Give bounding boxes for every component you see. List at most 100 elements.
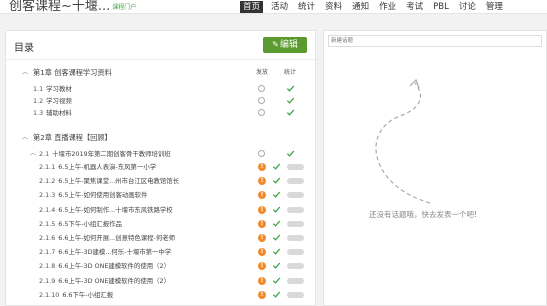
- outline-row: 2.1.3 6.5上午-如何使用创客动画软件!: [6, 189, 315, 201]
- item-label: 6.5上午-如何使用创客动画软件: [58, 191, 148, 200]
- visibility-toggle[interactable]: [287, 263, 304, 270]
- lesson-item[interactable]: 2.1.5 6.5下午-小组汇报作品: [39, 218, 122, 230]
- outline-row: 2.1.7 6.6上午-3D建模...何乐-十堰市第一中学!: [6, 246, 315, 258]
- item-number: 2.1.3: [39, 191, 56, 200]
- collapse-caret-icon[interactable]: ︿: [22, 67, 28, 79]
- publish-status-icon[interactable]: [258, 85, 265, 92]
- item-label: 6.5上午-如何制作...十堰市东风铁路学校: [58, 205, 173, 214]
- edit-button-label: 编辑: [279, 40, 298, 50]
- item-number: 2.1.1: [39, 163, 56, 171]
- warning-icon[interactable]: !: [258, 191, 266, 200]
- lesson-item[interactable]: 2.1.1 6.5上午-机器人表演-东风第一小学: [39, 161, 156, 173]
- check-icon[interactable]: [272, 190, 281, 199]
- publish-status-icon[interactable]: [258, 109, 265, 116]
- item-label: 学习教材: [46, 85, 72, 93]
- lesson-item[interactable]: 2.1.2 6.5上午-聚焦课堂...州市台江区电教馆馆长: [39, 175, 179, 187]
- outline-row: ︿ 第2章 直播课程【回顾】: [6, 132, 315, 144]
- check-icon[interactable]: [272, 176, 281, 185]
- lesson-item[interactable]: 1.1 学习教材: [33, 83, 72, 95]
- pencil-icon: ✎: [272, 40, 279, 49]
- nav-pbl[interactable]: PBL: [431, 1, 451, 13]
- item-label: 6.6上午-3D建模...何乐-十堰市第一中学: [58, 248, 172, 257]
- check-icon[interactable]: [272, 162, 281, 171]
- lesson-item[interactable]: 1.2 学习视频: [33, 95, 72, 107]
- lesson-item[interactable]: 2.1.10 6.6下午-小组汇报: [39, 289, 113, 301]
- outline-row: 2.1.2 6.5上午-聚焦课堂...州市台江区电教馆馆长!: [6, 175, 315, 187]
- warning-icon[interactable]: !: [258, 163, 266, 171]
- lesson-item[interactable]: 2.1.4 6.5上午-如何制作...十堰市东风铁路学校: [39, 204, 173, 216]
- outline-row: 1.3 辅助材料: [6, 107, 315, 119]
- publish-status-icon[interactable]: [258, 97, 265, 104]
- nav-notices[interactable]: 通知: [350, 1, 371, 13]
- warning-icon[interactable]: !: [258, 234, 266, 242]
- lesson-item[interactable]: 2.1.6 6.6上午-如何开展...创意特色课程-何老师: [39, 232, 175, 244]
- check-icon[interactable]: [272, 290, 281, 299]
- visibility-toggle[interactable]: [287, 192, 304, 199]
- lesson-item[interactable]: 2.1.7 6.6上午-3D建模...何乐-十堰市第一中学: [39, 246, 171, 258]
- visibility-toggle[interactable]: [287, 277, 304, 284]
- new-topic-input[interactable]: [328, 35, 542, 47]
- check-icon[interactable]: [272, 233, 281, 242]
- visibility-toggle[interactable]: [287, 291, 304, 298]
- nav-materials[interactable]: 资料: [323, 1, 344, 13]
- publish-status-icon[interactable]: [258, 150, 265, 157]
- warning-icon[interactable]: !: [258, 276, 266, 285]
- section-label: 十堰市2019年第二期创客骨干教师培训班: [52, 150, 171, 158]
- item-number: 2.1.8: [39, 262, 56, 271]
- outline-row: 2.1.5 6.5下午-小组汇报作品!: [6, 218, 315, 230]
- warning-icon[interactable]: !: [258, 219, 266, 228]
- visibility-toggle[interactable]: [287, 220, 304, 227]
- course-title-text: 创客课程~十堰...: [9, 0, 111, 14]
- item-number: 2.1.5: [39, 219, 56, 228]
- chapter-title[interactable]: 第2章 直播课程【回顾】: [33, 132, 112, 144]
- arrow-head-icon: [409, 78, 420, 89]
- stats-check-icon[interactable]: [286, 149, 295, 158]
- visibility-toggle[interactable]: [287, 206, 304, 213]
- lesson-item[interactable]: 2.1.9 6.6上午-3D ONE建模软件的使用（2）: [39, 275, 170, 287]
- edit-outline-button[interactable]: ✎编辑: [263, 37, 307, 53]
- check-icon[interactable]: [272, 261, 281, 270]
- item-number: 2.1.2: [39, 177, 56, 186]
- item-label: 6.6上午-3D ONE建模软件的使用（2）: [58, 276, 170, 285]
- lesson-item[interactable]: 2.1.8 6.6上午-3D ONE建模软件的使用（2）: [39, 260, 170, 272]
- discussion-panel: 还没有话题哦，快去发表一个吧!: [323, 30, 547, 306]
- warning-icon[interactable]: !: [258, 262, 266, 271]
- nav-discussion[interactable]: 讨论: [457, 1, 478, 13]
- outline-row: 1.1 学习教材: [6, 83, 315, 95]
- check-icon[interactable]: [272, 276, 281, 285]
- item-number: 2.1.6: [39, 234, 56, 242]
- visibility-toggle[interactable]: [287, 178, 304, 185]
- lesson-item[interactable]: 2.1.3 6.5上午-如何使用创客动画软件: [39, 189, 147, 201]
- warning-icon[interactable]: !: [258, 205, 266, 214]
- nav-activities[interactable]: 活动: [269, 1, 290, 13]
- warning-icon[interactable]: !: [258, 248, 266, 257]
- warning-icon[interactable]: !: [258, 290, 266, 299]
- section-number: 2.1: [39, 150, 50, 158]
- outline-row: 2.1.9 6.6上午-3D ONE建模软件的使用（2）!: [6, 275, 315, 287]
- check-icon[interactable]: [272, 219, 281, 228]
- nav-manage[interactable]: 管理: [484, 1, 505, 13]
- outline-row: 2.1.1 6.5上午-机器人表演-东风第一小学!: [6, 161, 315, 173]
- check-icon[interactable]: [272, 205, 281, 214]
- stats-check-icon[interactable]: [286, 96, 295, 105]
- chapter-title[interactable]: 第1章 创客课程学习资料: [33, 67, 112, 79]
- stats-check-icon[interactable]: [286, 84, 295, 93]
- visibility-toggle[interactable]: [287, 249, 304, 256]
- nav-statistics[interactable]: 统计: [296, 1, 317, 13]
- stats-check-icon[interactable]: [286, 108, 295, 117]
- section-item[interactable]: 2.1 十堰市2019年第二期创客骨干教师培训班: [39, 148, 171, 160]
- course-title[interactable]: 创客课程~十堰... 课程门户: [9, 0, 136, 15]
- nav-homework[interactable]: 作业: [377, 1, 398, 13]
- outline-row: 2.1.10 6.6下午-小组汇报!: [6, 289, 315, 301]
- nav-home[interactable]: 首页: [240, 1, 264, 13]
- warning-icon[interactable]: !: [258, 177, 266, 186]
- item-number: 1.1: [33, 85, 44, 93]
- visibility-toggle[interactable]: [287, 164, 304, 170]
- collapse-caret-icon[interactable]: ︿: [30, 148, 36, 160]
- check-icon[interactable]: [272, 247, 281, 256]
- collapse-caret-icon[interactable]: ︿: [22, 132, 28, 144]
- nav-exams[interactable]: 考试: [404, 1, 425, 13]
- lesson-item[interactable]: 1.3 辅助材料: [33, 107, 72, 119]
- item-label: 6.5下午-小组汇报作品: [58, 219, 122, 228]
- visibility-toggle[interactable]: [287, 235, 304, 241]
